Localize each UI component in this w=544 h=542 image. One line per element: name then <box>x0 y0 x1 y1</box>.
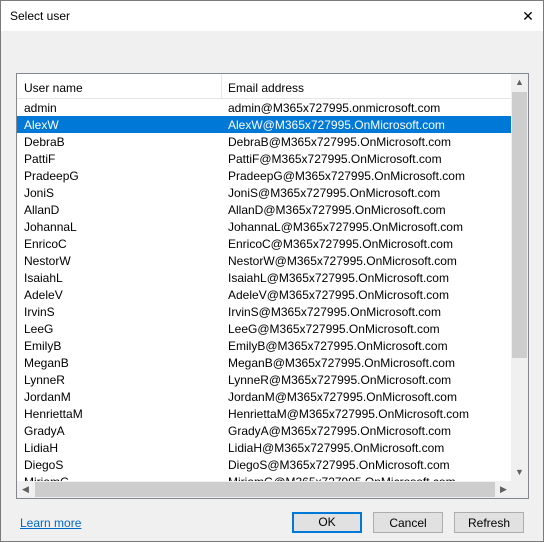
table-row[interactable]: EnricoC EnricoC@M365x727995.OnMicrosoft.c… <box>17 235 512 252</box>
cell-email-address: PattiF@M365x727995.OnMicrosoft.com <box>228 152 442 166</box>
table-row[interactable]: LeeG LeeG@M365x727995.OnMicrosoft.com <box>17 320 512 337</box>
list-rows: admin admin@M365x727995.onmicrosoft.com Al… <box>17 99 512 481</box>
table-row[interactable]: AdeleV AdeleV@M365x727995.OnMicrosoft.com <box>17 286 512 303</box>
cell-user-name: admin <box>24 101 57 115</box>
table-row[interactable]: JohannaL JohannaL@M365x727995.OnMicrosoft… <box>17 218 512 235</box>
table-row[interactable]: DebraB DebraB@M365x727995.OnMicrosoft.com <box>17 133 512 150</box>
cell-email-address: EnricoC@M365x727995.OnMicrosoft.com <box>228 237 453 251</box>
scroll-up-icon[interactable]: ▲ <box>511 74 528 91</box>
cell-user-name: LidiaH <box>24 441 59 455</box>
table-row[interactable]: IsaiahL IsaiahL@M365x727995.OnMicrosoft.c… <box>17 269 512 286</box>
cell-user-name: LynneR <box>24 373 65 387</box>
learn-more-link[interactable]: Learn more <box>20 516 81 530</box>
cell-user-name: DiegoS <box>24 458 64 472</box>
cell-user-name: EmilyB <box>24 339 62 353</box>
table-row[interactable]: LynneR LynneR@M365x727995.OnMicrosoft.com <box>17 371 512 388</box>
cell-email-address: NestorW@M365x727995.OnMicrosoft.com <box>228 254 457 268</box>
scroll-down-icon[interactable]: ▼ <box>511 464 528 481</box>
cell-user-name: IrvinS <box>24 305 55 319</box>
table-row[interactable]: JordanM JordanM@M365x727995.OnMicrosoft.c… <box>17 388 512 405</box>
cell-user-name: JohannaL <box>24 220 77 234</box>
cell-email-address: JordanM@M365x727995.OnMicrosoft.com <box>228 390 457 404</box>
table-row[interactable]: EmilyB EmilyB@M365x727995.OnMicrosoft.com <box>17 337 512 354</box>
cell-user-name: NestorW <box>24 254 71 268</box>
table-row[interactable]: LidiaH LidiaH@M365x727995.OnMicrosoft.com <box>17 439 512 456</box>
vertical-scrollbar[interactable]: ▲ ▼ <box>511 74 528 481</box>
table-row[interactable]: GradyA GradyA@M365x727995.OnMicrosoft.com <box>17 422 512 439</box>
cell-user-name: PattiF <box>24 152 56 166</box>
cell-user-name: IsaiahL <box>24 271 63 285</box>
scroll-right-icon[interactable]: ▶ <box>495 481 512 498</box>
close-icon[interactable]: ✕ <box>513 1 543 31</box>
cell-user-name: HenriettaM <box>24 407 83 421</box>
cell-email-address: EmilyB@M365x727995.OnMicrosoft.com <box>228 339 448 353</box>
table-row[interactable]: PradeepG PradeepG@M365x727995.OnMicrosoft… <box>17 167 512 184</box>
ok-button[interactable]: OK <box>292 512 362 533</box>
scrollbar-corner <box>511 481 528 498</box>
table-row[interactable]: MeganB MeganB@M365x727995.OnMicrosoft.com <box>17 354 512 371</box>
refresh-button[interactable]: Refresh <box>454 512 524 533</box>
horizontal-scrollbar[interactable]: ◀ ▶ <box>17 481 512 498</box>
horizontal-scroll-thumb[interactable] <box>35 482 495 497</box>
table-row[interactable]: IrvinS IrvinS@M365x727995.OnMicrosoft.com <box>17 303 512 320</box>
cell-user-name: DebraB <box>24 135 65 149</box>
column-header-email[interactable]: Email address <box>228 81 304 95</box>
cell-email-address: LynneR@M365x727995.OnMicrosoft.com <box>228 373 452 387</box>
table-row[interactable]: MiriamGMiriamG@M365x727995.OnMicrosoft.c… <box>17 473 512 481</box>
cell-user-name: JoniS <box>24 186 55 200</box>
cell-user-name: AlexW <box>24 118 59 132</box>
cell-user-name: GradyA <box>24 424 65 438</box>
cell-user-name: EnricoC <box>24 237 67 251</box>
table-row[interactable]: HenriettaM HenriettaM@M365x727995.OnMicro… <box>17 405 512 422</box>
table-row[interactable]: AlexW AlexW@M365x727995.OnMicrosoft.com <box>17 116 512 133</box>
cell-email-address: LeeG@M365x727995.OnMicrosoft.com <box>228 322 440 336</box>
cell-user-name: MeganB <box>24 356 69 370</box>
table-row[interactable]: DiegoS DiegoS@M365x727995.OnMicrosoft.com <box>17 456 512 473</box>
cell-email-address: IsaiahL@M365x727995.OnMicrosoft.com <box>228 271 449 285</box>
cell-email-address: MeganB@M365x727995.OnMicrosoft.com <box>228 356 455 370</box>
cell-email-address: AllanD@M365x727995.OnMicrosoft.com <box>228 203 446 217</box>
table-row[interactable]: JoniS JoniS@M365x727995.OnMicrosoft.com <box>17 184 512 201</box>
select-user-dialog: Select user ✕ User name Email address ad… <box>0 0 544 542</box>
cell-email-address: HenriettaM@M365x727995.OnMicrosoft.com <box>228 407 469 421</box>
cell-user-name: JordanM <box>24 390 71 404</box>
cell-email-address: JoniS@M365x727995.OnMicrosoft.com <box>228 186 441 200</box>
vertical-scroll-thumb[interactable] <box>512 92 527 358</box>
table-row[interactable]: AllanD AllanD@M365x727995.OnMicrosoft.com <box>17 201 512 218</box>
cell-user-name: LeeG <box>24 322 54 336</box>
cell-email-address: LidiaH@M365x727995.OnMicrosoft.com <box>228 441 445 455</box>
table-row[interactable]: admin admin@M365x727995.onmicrosoft.com <box>17 99 512 116</box>
cell-email-address: DiegoS@M365x727995.OnMicrosoft.com <box>228 458 450 472</box>
cell-email-address: GradyA@M365x727995.OnMicrosoft.com <box>228 424 451 438</box>
table-row[interactable]: PattiF PattiF@M365x727995.OnMicrosoft.com <box>17 150 512 167</box>
cell-email-address: PradeepG@M365x727995.OnMicrosoft.com <box>228 169 465 183</box>
table-row[interactable]: NestorW NestorW@M365x727995.OnMicrosoft.c… <box>17 252 512 269</box>
cell-user-name: PradeepG <box>24 169 79 183</box>
cell-email-address: DebraB@M365x727995.OnMicrosoft.com <box>228 135 451 149</box>
column-label-user-name: User name <box>24 81 83 95</box>
title-bar: Select user ✕ <box>1 1 543 31</box>
user-list[interactable]: User name Email address admin admin@M365x… <box>16 73 529 499</box>
cell-email-address: admin@M365x727995.onmicrosoft.com <box>228 101 441 115</box>
list-header: User name Email address <box>17 74 512 99</box>
cell-user-name: AdeleV <box>24 288 63 302</box>
window-title: Select user <box>10 9 71 23</box>
cell-email-address: AlexW@M365x727995.OnMicrosoft.com <box>228 118 445 132</box>
cell-email-address: IrvinS@M365x727995.OnMicrosoft.com <box>228 305 441 319</box>
column-header-user-name[interactable]: User name <box>17 74 222 98</box>
cancel-button[interactable]: Cancel <box>373 512 443 533</box>
scroll-left-icon[interactable]: ◀ <box>17 481 34 498</box>
cell-user-name: AllanD <box>24 203 60 217</box>
cell-email-address: AdeleV@M365x727995.OnMicrosoft.com <box>228 288 449 302</box>
cell-email-address: JohannaL@M365x727995.OnMicrosoft.com <box>228 220 463 234</box>
